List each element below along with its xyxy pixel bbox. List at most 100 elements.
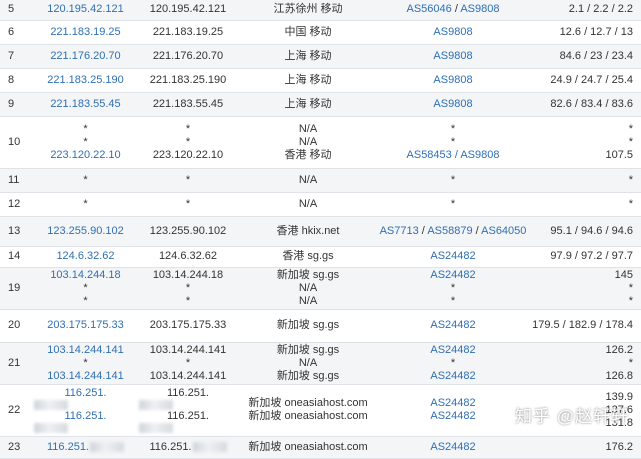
ip-link[interactable]: 221.183.55.45 xyxy=(50,98,120,110)
hostname-text: 103.14.244.141 xyxy=(149,369,227,382)
table-row: 10 * * 223.120.22.10 * * 223.120.22.10 N/A N/A 香港… xyxy=(0,116,641,169)
location-text: 新加坡 sg.gs xyxy=(276,343,340,356)
ip-link[interactable]: 120.195.42.121 xyxy=(47,3,123,15)
latency-text: 145 xyxy=(614,268,633,281)
table-row: 7 221.176.20.70 221.176.20.70 上海 移动 AS9808 84… xyxy=(0,44,641,69)
hostname-cell: 221.176.20.70 xyxy=(138,44,238,69)
ip-placeholder: * xyxy=(83,281,88,294)
hop-number: 7 xyxy=(0,44,33,69)
ip-cell: 221.183.25.190 xyxy=(33,68,138,93)
hostname-text: 221.176.20.70 xyxy=(152,49,224,62)
hostname-text: * xyxy=(185,135,191,148)
ip-link[interactable]: 123.255.90.102 xyxy=(47,225,123,237)
hostname-cell: 221.183.19.25 xyxy=(138,20,238,45)
ip-link[interactable]: 103.14.244.141 xyxy=(33,344,138,357)
redacted-ip-blur xyxy=(139,423,173,433)
hop-number: 8 xyxy=(0,68,33,93)
ip-link[interactable]: 116.251. xyxy=(33,410,138,433)
ip-placeholder: * xyxy=(83,197,88,210)
redacted-ip-blur xyxy=(192,441,227,452)
hostname-text: * xyxy=(185,122,191,135)
asn-link[interactable]: AS9808 xyxy=(433,26,472,38)
ip-link[interactable]: 223.120.22.10 xyxy=(33,149,138,162)
hostname-text: 120.195.42.121 xyxy=(149,3,227,16)
latency-cell: 179.5 / 182.9 / 178.4 xyxy=(528,309,641,343)
asn-link[interactable]: AS24482 xyxy=(430,319,475,331)
table-row: 21 103.14.244.141 * 103.14.244.141 103.14.24… xyxy=(0,342,641,385)
asn-link[interactable]: AS9808 xyxy=(460,3,499,15)
redacted-ip-blur xyxy=(90,441,124,452)
ip-link[interactable]: 221.176.20.70 xyxy=(50,50,120,62)
asn-link[interactable]: AS24482 xyxy=(378,370,528,383)
hostname-text: * xyxy=(185,173,191,186)
ip-link[interactable]: 221.183.19.25 xyxy=(50,26,120,38)
asn-link[interactable]: AS58879 xyxy=(427,225,472,237)
location-cell: 新加坡 oneasiahost.com xyxy=(238,436,378,459)
ip-link[interactable]: 103.14.244.141 xyxy=(33,370,138,383)
asn-cell: AS9808 xyxy=(378,44,528,69)
hostname-cell: 116.251. xyxy=(138,436,238,459)
location-text: N/A xyxy=(298,122,318,135)
location-cell: N/A N/A 香港 移动 xyxy=(238,116,378,169)
latency-cell: 126.2 * 126.8 xyxy=(528,342,641,385)
table-row: 8 221.183.25.190 221.183.25.190 上海 移动 AS9808… xyxy=(0,68,641,93)
location-text: N/A xyxy=(298,281,318,294)
location-cell: 香港 hkix.net xyxy=(238,216,378,247)
location-text: N/A xyxy=(298,135,318,148)
asn-link[interactable]: AS24482 xyxy=(430,250,475,262)
table-row: 20 203.175.175.33 203.175.175.33 新加坡 sg.gs A… xyxy=(0,309,641,343)
ip-placeholder: * xyxy=(83,135,88,148)
hostname-cell: 120.195.42.121 xyxy=(138,0,238,21)
hostname-text: * xyxy=(185,197,191,210)
asn-link[interactable]: AS9808 xyxy=(433,98,472,110)
asn-link[interactable]: AS24482 xyxy=(378,410,528,423)
latency-text: 126.2 xyxy=(605,343,633,356)
table-row: 12 * * N/A * * xyxy=(0,192,641,217)
ip-link[interactable]: 221.183.25.190 xyxy=(47,74,123,86)
latency-cell: * xyxy=(528,168,641,193)
latency-text: * xyxy=(628,135,633,148)
latency-cell: 84.6 / 23 / 23.4 xyxy=(528,44,641,69)
ip-cell: * xyxy=(33,168,138,193)
asn-link[interactable]: AS56046 xyxy=(407,3,452,15)
hostname-text: * xyxy=(185,281,191,294)
latency-cell: * * 107.5 xyxy=(528,116,641,169)
ip-link[interactable]: 203.175.175.33 xyxy=(47,319,123,331)
asn-placeholder: * xyxy=(450,135,456,148)
hostname-cell: 123.255.90.102 xyxy=(138,216,238,247)
hostname-cell: * * 223.120.22.10 xyxy=(138,116,238,169)
asn-link[interactable]: AS9808 xyxy=(433,50,472,62)
asn-cell: AS24482 xyxy=(378,246,528,268)
latency-text: * xyxy=(628,294,633,307)
asn-link[interactable]: AS64050 xyxy=(481,225,526,237)
location-text: N/A xyxy=(298,294,318,307)
ip-link[interactable]: 116.251. xyxy=(33,387,138,410)
asn-link[interactable]: AS58453 / AS9808 xyxy=(378,149,528,162)
asn-link[interactable]: AS24482 xyxy=(378,397,528,410)
hop-number: 9 xyxy=(0,92,33,117)
location-cell: 香港 sg.gs xyxy=(238,246,378,268)
ip-cell: 123.255.90.102 xyxy=(33,216,138,247)
asn-link[interactable]: AS24482 xyxy=(378,344,528,357)
asn-link[interactable]: AS7713 xyxy=(380,225,419,237)
ip-link[interactable]: 124.6.32.62 xyxy=(56,250,114,262)
asn-link[interactable]: AS24482 xyxy=(378,269,528,282)
hostname-cell: 203.175.175.33 xyxy=(138,309,238,343)
latency-text: * xyxy=(628,281,633,294)
latency-cell: * xyxy=(528,192,641,217)
ip-placeholder: * xyxy=(83,173,88,186)
location-text: 新加坡 sg.gs xyxy=(276,268,340,281)
table-row: 6 221.183.19.25 221.183.19.25 中国 移动 AS9808 12… xyxy=(0,20,641,45)
ip-cell: * * 223.120.22.10 xyxy=(33,116,138,169)
asn-separator: / xyxy=(472,224,482,237)
asn-cell: AS9808 xyxy=(378,92,528,117)
ip-cell: 116.251. xyxy=(33,436,138,459)
ip-placeholder: * xyxy=(83,356,88,369)
location-text: 新加坡 sg.gs xyxy=(276,319,340,331)
latency-text: 2.1 / 2.2 / 2.2 xyxy=(568,3,633,16)
ip-link[interactable]: 103.14.244.18 xyxy=(33,269,138,282)
location-cell: 上海 移动 xyxy=(238,68,378,93)
table-row: 11 * * N/A * * xyxy=(0,168,641,193)
asn-link[interactable]: AS9808 xyxy=(433,74,472,86)
hostname-text: 221.183.19.25 xyxy=(152,25,224,38)
